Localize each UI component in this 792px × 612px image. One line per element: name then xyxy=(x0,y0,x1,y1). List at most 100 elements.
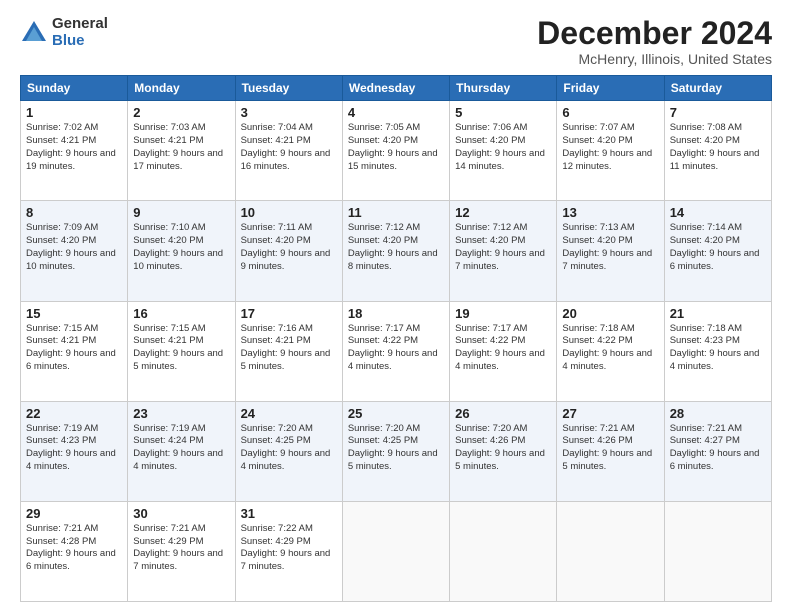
header-sunday: Sunday xyxy=(21,76,128,101)
calendar-cell: 4Sunrise: 7:05 AMSunset: 4:20 PMDaylight… xyxy=(342,101,449,201)
day-info: Sunrise: 7:18 AMSunset: 4:22 PMDaylight:… xyxy=(562,323,658,374)
day-number: 22 xyxy=(26,406,122,421)
day-info: Sunrise: 7:07 AMSunset: 4:20 PMDaylight:… xyxy=(562,122,658,173)
day-info: Sunrise: 7:09 AMSunset: 4:20 PMDaylight:… xyxy=(26,222,122,273)
calendar-cell: 11 Sunrise: 7:12 AMSunset: 4:20 PMDayligh… xyxy=(342,201,449,301)
logo-general-text: General xyxy=(52,16,108,33)
day-info: Sunrise: 7:20 AMSunset: 4:26 PMDaylight:… xyxy=(455,423,551,474)
header-monday: Monday xyxy=(128,76,235,101)
day-info: Sunrise: 7:14 AMSunset: 4:20 PMDaylight:… xyxy=(670,222,766,273)
day-info: Sunrise: 7:11 AMSunset: 4:20 PMDaylight:… xyxy=(241,222,337,273)
logo: General Blue xyxy=(20,16,108,49)
week-row-2: 8 Sunrise: 7:09 AMSunset: 4:20 PMDaylight… xyxy=(21,201,772,301)
calendar-cell: 16 Sunrise: 7:15 AMSunset: 4:21 PMDayligh… xyxy=(128,301,235,401)
day-info: Sunrise: 7:18 AMSunset: 4:23 PMDaylight:… xyxy=(670,323,766,374)
calendar-cell xyxy=(557,501,664,601)
day-number: 13 xyxy=(562,205,658,220)
calendar-cell: 5 Sunrise: 7:06 AMSunset: 4:20 PMDaylight… xyxy=(450,101,557,201)
week-row-5: 29Sunrise: 7:21 AMSunset: 4:28 PMDayligh… xyxy=(21,501,772,601)
header: General Blue December 2024 McHenry, Illi… xyxy=(20,16,772,67)
logo-text: General Blue xyxy=(52,16,108,49)
calendar-cell: 28Sunrise: 7:21 AMSunset: 4:27 PMDayligh… xyxy=(664,401,771,501)
location: McHenry, Illinois, United States xyxy=(537,51,772,67)
day-number: 17 xyxy=(241,306,337,321)
page: General Blue December 2024 McHenry, Illi… xyxy=(0,0,792,612)
calendar-cell: 3Sunrise: 7:04 AMSunset: 4:21 PMDaylight… xyxy=(235,101,342,201)
calendar-table: SundayMondayTuesdayWednesdayThursdayFrid… xyxy=(20,75,772,602)
calendar-cell: 30Sunrise: 7:21 AMSunset: 4:29 PMDayligh… xyxy=(128,501,235,601)
day-number: 28 xyxy=(670,406,766,421)
day-number: 1 xyxy=(26,105,122,120)
day-info: Sunrise: 7:12 AMSunset: 4:20 PMDaylight:… xyxy=(348,222,444,273)
day-info: Sunrise: 7:02 AMSunset: 4:21 PMDaylight:… xyxy=(26,122,122,173)
day-info: Sunrise: 7:17 AMSunset: 4:22 PMDaylight:… xyxy=(455,323,551,374)
day-info: Sunrise: 7:21 AMSunset: 4:26 PMDaylight:… xyxy=(562,423,658,474)
calendar-cell xyxy=(664,501,771,601)
day-number: 29 xyxy=(26,506,122,521)
calendar-cell: 23 Sunrise: 7:19 AMSunset: 4:24 PMDayligh… xyxy=(128,401,235,501)
calendar-cell: 31Sunrise: 7:22 AMSunset: 4:29 PMDayligh… xyxy=(235,501,342,601)
calendar-cell: 20Sunrise: 7:18 AMSunset: 4:22 PMDayligh… xyxy=(557,301,664,401)
day-number: 18 xyxy=(348,306,444,321)
day-number: 7 xyxy=(670,105,766,120)
day-info: Sunrise: 7:05 AMSunset: 4:20 PMDaylight:… xyxy=(348,122,444,173)
day-info: Sunrise: 7:10 AMSunset: 4:20 PMDaylight:… xyxy=(133,222,229,273)
day-info: Sunrise: 7:19 AMSunset: 4:24 PMDaylight:… xyxy=(133,423,229,474)
calendar-cell: 25Sunrise: 7:20 AMSunset: 4:25 PMDayligh… xyxy=(342,401,449,501)
day-number: 5 xyxy=(455,105,551,120)
header-tuesday: Tuesday xyxy=(235,76,342,101)
calendar-cell xyxy=(342,501,449,601)
calendar-cell: 15 Sunrise: 7:15 AMSunset: 4:21 PMDayligh… xyxy=(21,301,128,401)
calendar-cell: 22 Sunrise: 7:19 AMSunset: 4:23 PMDayligh… xyxy=(21,401,128,501)
header-wednesday: Wednesday xyxy=(342,76,449,101)
day-number: 27 xyxy=(562,406,658,421)
day-info: Sunrise: 7:15 AMSunset: 4:21 PMDaylight:… xyxy=(26,323,122,374)
day-info: Sunrise: 7:06 AMSunset: 4:20 PMDaylight:… xyxy=(455,122,551,173)
day-number: 30 xyxy=(133,506,229,521)
calendar-cell: 9 Sunrise: 7:10 AMSunset: 4:20 PMDaylight… xyxy=(128,201,235,301)
day-number: 9 xyxy=(133,205,229,220)
day-info: Sunrise: 7:13 AMSunset: 4:20 PMDaylight:… xyxy=(562,222,658,273)
day-info: Sunrise: 7:03 AMSunset: 4:21 PMDaylight:… xyxy=(133,122,229,173)
day-number: 14 xyxy=(670,205,766,220)
day-info: Sunrise: 7:08 AMSunset: 4:20 PMDaylight:… xyxy=(670,122,766,173)
calendar-cell: 14 Sunrise: 7:14 AMSunset: 4:20 PMDayligh… xyxy=(664,201,771,301)
day-info: Sunrise: 7:20 AMSunset: 4:25 PMDaylight:… xyxy=(241,423,337,474)
day-number: 15 xyxy=(26,306,122,321)
header-saturday: Saturday xyxy=(664,76,771,101)
calendar-cell: 6 Sunrise: 7:07 AMSunset: 4:20 PMDaylight… xyxy=(557,101,664,201)
calendar-cell: 1 Sunrise: 7:02 AMSunset: 4:21 PMDaylight… xyxy=(21,101,128,201)
calendar-cell: 8 Sunrise: 7:09 AMSunset: 4:20 PMDaylight… xyxy=(21,201,128,301)
day-info: Sunrise: 7:15 AMSunset: 4:21 PMDaylight:… xyxy=(133,323,229,374)
day-info: Sunrise: 7:22 AMSunset: 4:29 PMDaylight:… xyxy=(241,523,337,574)
calendar-cell: 26 Sunrise: 7:20 AMSunset: 4:26 PMDayligh… xyxy=(450,401,557,501)
day-info: Sunrise: 7:04 AMSunset: 4:21 PMDaylight:… xyxy=(241,122,337,173)
day-number: 6 xyxy=(562,105,658,120)
week-row-1: 1 Sunrise: 7:02 AMSunset: 4:21 PMDaylight… xyxy=(21,101,772,201)
week-row-4: 22 Sunrise: 7:19 AMSunset: 4:23 PMDayligh… xyxy=(21,401,772,501)
day-info: Sunrise: 7:19 AMSunset: 4:23 PMDaylight:… xyxy=(26,423,122,474)
day-number: 2 xyxy=(133,105,229,120)
header-thursday: Thursday xyxy=(450,76,557,101)
day-info: Sunrise: 7:17 AMSunset: 4:22 PMDaylight:… xyxy=(348,323,444,374)
calendar-header-row: SundayMondayTuesdayWednesdayThursdayFrid… xyxy=(21,76,772,101)
day-number: 11 xyxy=(348,205,444,220)
day-number: 12 xyxy=(455,205,551,220)
day-number: 16 xyxy=(133,306,229,321)
day-number: 8 xyxy=(26,205,122,220)
calendar-cell: 7 Sunrise: 7:08 AMSunset: 4:20 PMDaylight… xyxy=(664,101,771,201)
calendar-cell xyxy=(450,501,557,601)
calendar-cell: 2 Sunrise: 7:03 AMSunset: 4:21 PMDaylight… xyxy=(128,101,235,201)
logo-blue-text: Blue xyxy=(52,33,108,50)
calendar-cell: 21 Sunrise: 7:18 AMSunset: 4:23 PMDayligh… xyxy=(664,301,771,401)
day-number: 26 xyxy=(455,406,551,421)
calendar-cell: 17Sunrise: 7:16 AMSunset: 4:21 PMDayligh… xyxy=(235,301,342,401)
calendar-cell: 19 Sunrise: 7:17 AMSunset: 4:22 PMDayligh… xyxy=(450,301,557,401)
day-info: Sunrise: 7:12 AMSunset: 4:20 PMDaylight:… xyxy=(455,222,551,273)
calendar-cell: 29Sunrise: 7:21 AMSunset: 4:28 PMDayligh… xyxy=(21,501,128,601)
day-number: 23 xyxy=(133,406,229,421)
day-number: 19 xyxy=(455,306,551,321)
calendar-cell: 24Sunrise: 7:20 AMSunset: 4:25 PMDayligh… xyxy=(235,401,342,501)
logo-icon xyxy=(20,19,48,47)
day-number: 21 xyxy=(670,306,766,321)
